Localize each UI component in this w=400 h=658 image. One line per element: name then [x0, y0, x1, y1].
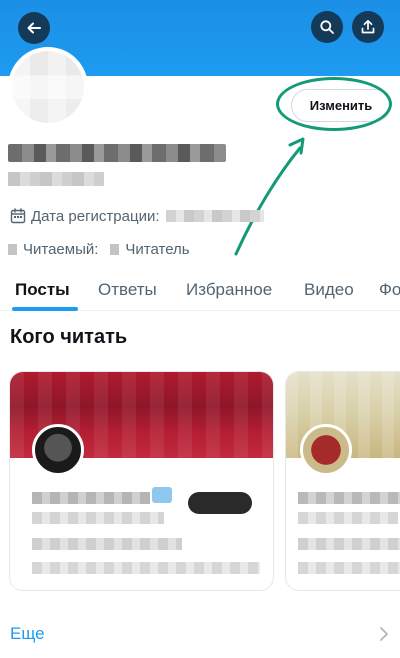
share-button[interactable] [352, 11, 384, 43]
tab-video[interactable]: Видео [304, 280, 354, 300]
card-handle-redacted [32, 512, 164, 524]
annotation-highlight-ellipse [276, 77, 392, 131]
join-date-label: Дата регистрации: [31, 207, 160, 225]
suggestion-card[interactable] [285, 371, 400, 591]
search-button[interactable] [311, 11, 343, 43]
card-bio-redacted [298, 562, 400, 574]
follow-stats-row: Читаемый: Читатель [8, 240, 190, 258]
profile-display-name-redacted [8, 144, 226, 162]
back-button[interactable] [18, 12, 50, 44]
tab-likes[interactable]: Избранное [186, 280, 272, 300]
card-name-redacted [32, 492, 150, 504]
card-bio-redacted [32, 562, 260, 574]
join-date-row: Дата регистрации: [10, 207, 264, 225]
card-avatar[interactable] [32, 424, 84, 476]
card-bio-redacted [298, 538, 400, 550]
following-count-redacted [8, 243, 17, 255]
tab-replies[interactable]: Ответы [98, 280, 157, 300]
suggestion-card[interactable] [9, 371, 274, 591]
chevron-right-icon[interactable] [378, 626, 390, 642]
card-handle-redacted [298, 512, 398, 524]
profile-handle-redacted [8, 172, 104, 186]
share-icon [361, 19, 375, 34]
show-more-link[interactable]: Еще [10, 624, 45, 644]
avatar-image [12, 51, 84, 123]
followers-link[interactable]: Читатель [125, 241, 189, 258]
tab-posts[interactable]: Посты [15, 280, 70, 300]
calendar-icon [10, 208, 26, 224]
join-date-redacted [165, 210, 264, 222]
card-avatar[interactable] [300, 424, 352, 476]
following-link[interactable]: Читаемый: [23, 241, 98, 258]
who-to-follow-title: Кого читать [10, 326, 128, 348]
profile-avatar[interactable] [8, 47, 88, 127]
arrow-left-icon [27, 22, 41, 34]
followers-count-redacted [110, 243, 120, 255]
card-bio-redacted [32, 538, 182, 550]
active-tab-indicator [12, 307, 78, 311]
card-follow-button-redacted[interactable] [188, 492, 252, 514]
card-name-redacted [298, 492, 400, 504]
tab-photos[interactable]: Фото [379, 280, 400, 300]
verified-badge-icon [152, 487, 172, 503]
search-icon [320, 20, 334, 34]
profile-tabs: Посты Ответы Избранное Видео Фото [0, 270, 400, 311]
